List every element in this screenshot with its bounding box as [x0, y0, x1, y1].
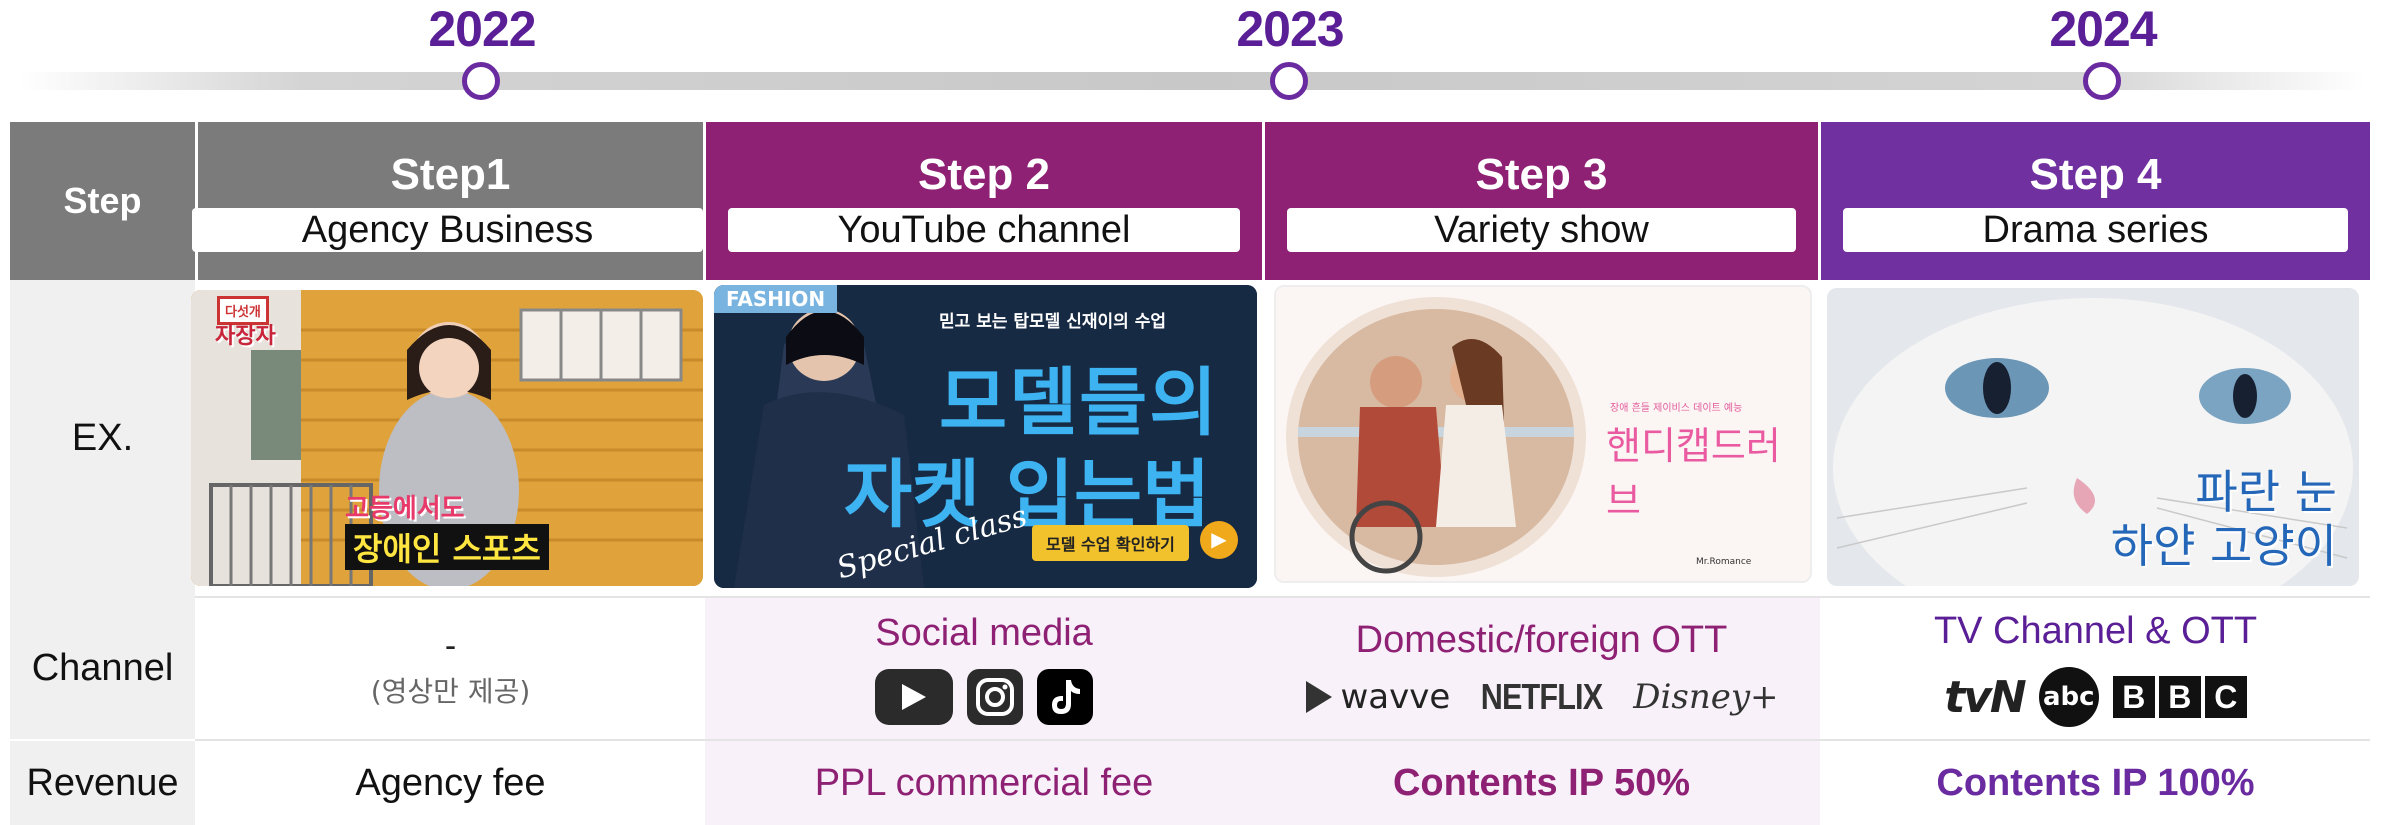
disney-plus-logo: Disney+: [1633, 677, 1779, 717]
step1-channel-value: -: [444, 627, 457, 665]
wavve-label: wavve: [1340, 677, 1451, 717]
abc-logo: abc: [2038, 667, 2099, 727]
timeline-dot-2024: [2083, 62, 2121, 100]
year-2024: 2024: [2049, 1, 2157, 57]
step2-channel: Social media: [706, 598, 1262, 739]
step2-title: Step 2: [917, 150, 1051, 199]
step3-revenue: Contents IP 50%: [1392, 761, 1691, 804]
step1-thumb-caption-1: 고등에서도: [345, 494, 465, 524]
step3-thumb-kicker: 장애 흔들 제이비스 데이트 예능: [1610, 403, 1743, 414]
step4-channel: TV Channel & OTT tvN abc B B C: [1821, 598, 2370, 739]
tiktok-icon: [1037, 669, 1093, 725]
step2-channel-value: Social media: [875, 612, 1093, 654]
timeline-bar: [20, 72, 2365, 90]
step1-subtitle: Agency Business: [192, 208, 703, 252]
business-steps-table: Step Step1 Agency Business Step 2 YouTub…: [10, 122, 2370, 825]
step3-header: Step 3 Variety show: [1265, 122, 1818, 280]
step1-thumb-caption-2: 장애인 스포츠: [345, 524, 549, 570]
step4-channel-value: TV Channel & OTT: [1933, 610, 2258, 652]
wavve-logo: wavve: [1304, 677, 1450, 717]
social-logos: [875, 669, 1093, 725]
step2-thumb-kicker: 믿고 보는 탑모델 신재이의 수업: [939, 312, 1166, 332]
step3-thumbnail: 장애 흔들 제이비스 데이트 예능 핸디캡드러브 Mr.Romance: [1274, 285, 1812, 583]
step4-revenue: Contents IP 100%: [1936, 761, 2255, 804]
step2-subtitle: YouTube channel: [728, 208, 1240, 252]
row-label-channel: Channel: [10, 597, 195, 739]
step4-title: Step 4: [2029, 150, 2162, 199]
instagram-icon: [967, 669, 1023, 725]
tvn-logo: tvN: [1944, 671, 2027, 723]
year-2022: 2022: [428, 1, 536, 57]
bbc-logo: B B C: [2112, 676, 2247, 718]
step1-channel-note: (영상만 제공): [370, 675, 531, 708]
step3-thumb-title: 핸디캡드러브: [1606, 424, 1781, 523]
step3-title: Step 3: [1475, 150, 1608, 199]
step1-title: Step1: [390, 150, 511, 199]
step3-channel: Domestic/foreign OTT wavve NETFLIX Disne…: [1265, 598, 1818, 739]
step-header-label: Step: [10, 122, 195, 280]
step2-thumbnail: FASHION 믿고 보는 탑모델 신재이의 수업 모델들의 자켓 입는법 Sp…: [714, 285, 1257, 588]
row-label-ex: EX.: [10, 280, 195, 597]
step1-channel: - (영상만 제공): [198, 598, 703, 739]
step4-subtitle: Drama series: [1843, 208, 2348, 252]
youtube-icon: [875, 669, 953, 725]
tv-logos: tvN abc B B C: [1944, 667, 2247, 727]
row-label-revenue: Revenue: [10, 741, 195, 825]
step1-revenue: Agency fee: [355, 761, 546, 804]
step1-thumbnail: 다섯개 자장자 고등에서도 장애인 스포츠: [191, 290, 703, 586]
play-icon: ▶: [1200, 521, 1238, 559]
step4-thumb-caption-2: 하얀 고양이: [2110, 519, 2337, 573]
step4-header: Step 4 Drama series: [1821, 122, 2370, 280]
step3-thumb-brand: Mr.Romance: [1696, 557, 1752, 567]
step2-thumb-headline-1: 모델들의: [939, 360, 1220, 446]
step2-header: Step 2 YouTube channel: [706, 122, 1262, 280]
step4-thumbnail: 파란 눈 하얀 고양이: [1827, 288, 2359, 586]
step2-thumb-tag: FASHION: [714, 285, 838, 313]
netflix-logo: NETFLIX: [1480, 676, 1603, 717]
step2-thumb-cta: 모델 수업 확인하기: [1032, 525, 1189, 561]
year-2023: 2023: [1236, 1, 1344, 57]
step3-subtitle: Variety show: [1287, 208, 1796, 252]
ott-logos: wavve NETFLIX Disney+: [1304, 676, 1779, 718]
step3-channel-value: Domestic/foreign OTT: [1355, 619, 1728, 661]
step2-revenue: PPL commercial fee: [814, 761, 1154, 804]
step1-thumb-logo: 자장자: [215, 324, 276, 349]
timeline-dot-2022: [462, 62, 500, 100]
step1-header: Step1 Agency Business: [192, 122, 703, 280]
timeline-dot-2023: [1270, 62, 1308, 100]
